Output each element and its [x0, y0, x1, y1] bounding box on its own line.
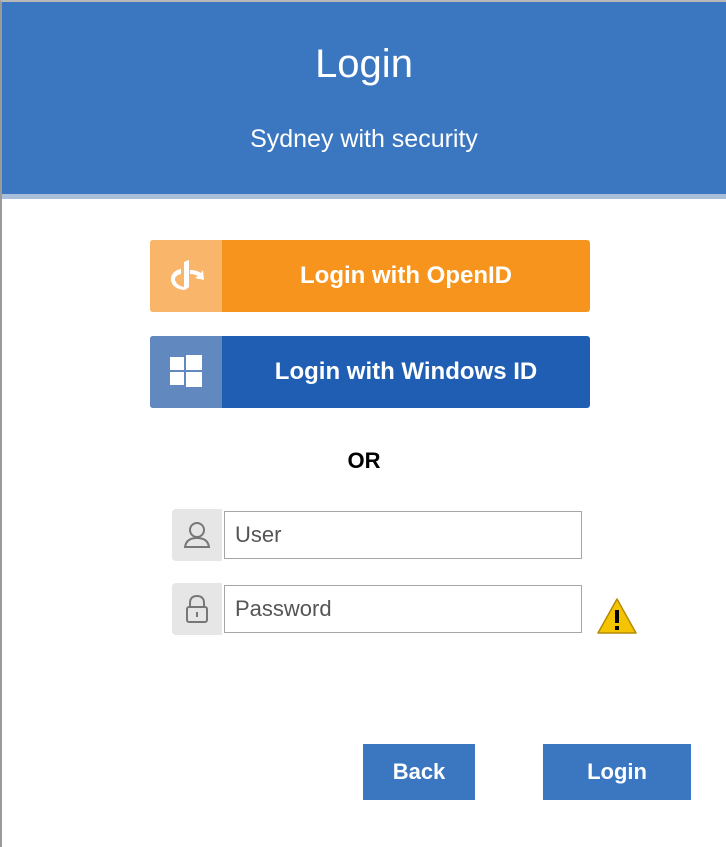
warning-icon	[596, 596, 638, 636]
login-button[interactable]: Login	[543, 744, 691, 800]
windows-label: Login with Windows ID	[274, 358, 538, 385]
password-input[interactable]	[224, 585, 582, 633]
user-input[interactable]	[224, 511, 582, 559]
openid-label: Login with OpenID	[300, 262, 512, 289]
login-openid-button[interactable]: Login with OpenID	[150, 240, 590, 312]
dialog-title: Login	[315, 42, 413, 86]
login-windows-button[interactable]: Login with Windows ID	[150, 336, 590, 408]
login-dialog: Login Sydney with security Login with Op…	[0, 0, 726, 847]
password-field-row	[172, 583, 582, 635]
user-icon	[172, 509, 222, 561]
user-field-row	[172, 509, 582, 561]
lock-icon	[172, 583, 222, 635]
or-separator: OR	[347, 448, 381, 473]
dialog-subtitle: Sydney with security	[250, 125, 478, 153]
openid-icon	[150, 240, 222, 312]
dialog-header: Login Sydney with security	[2, 2, 726, 199]
back-button[interactable]: Back	[363, 744, 475, 800]
windows-icon	[150, 336, 222, 408]
